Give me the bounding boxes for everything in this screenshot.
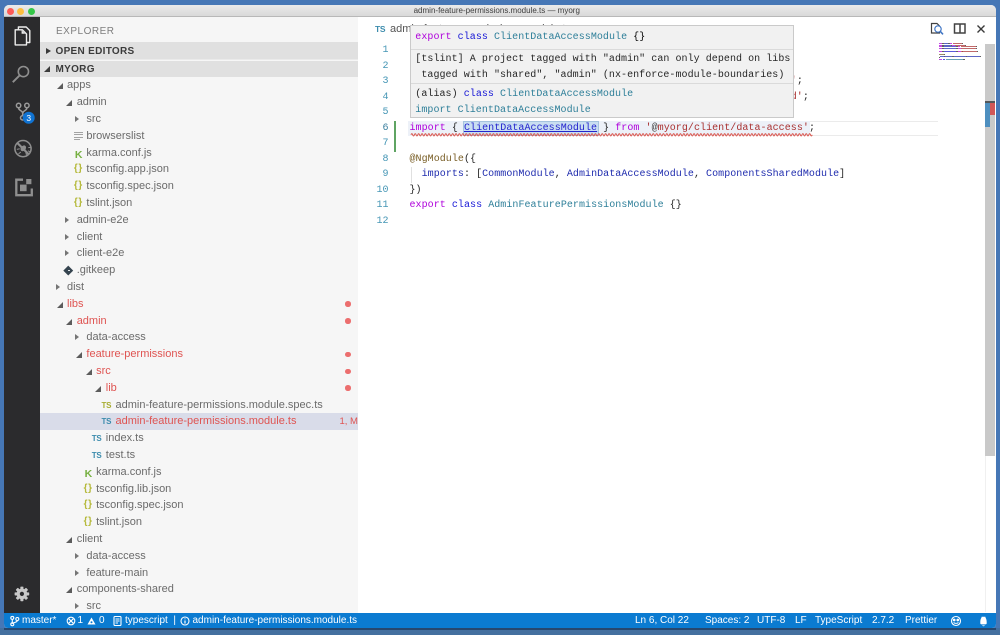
svg-text:3: 3 — [26, 113, 31, 123]
